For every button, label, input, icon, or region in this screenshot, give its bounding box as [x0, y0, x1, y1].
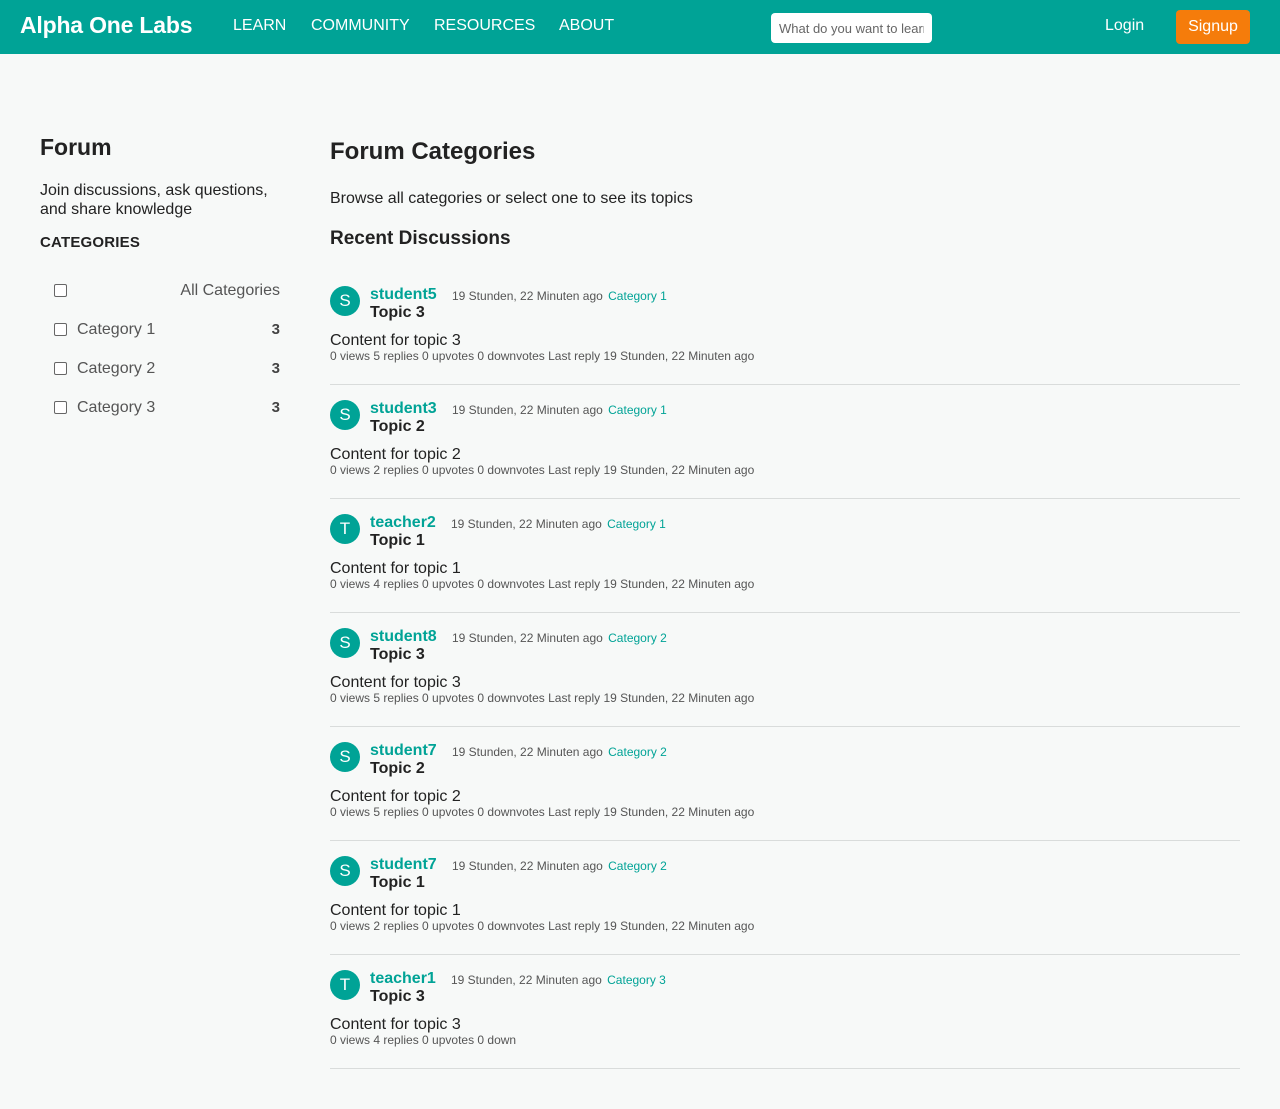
topic-title[interactable]: Topic 1: [370, 532, 425, 550]
topic-title[interactable]: Topic 1: [370, 874, 425, 892]
topic-content: Content for topic 1: [330, 560, 461, 577]
topic-time: 19 Stunden, 22 Minuten ago: [452, 745, 603, 759]
sidebar-description: Join discussions, ask questions, and sha…: [40, 182, 268, 218]
category-count: 3: [271, 399, 280, 416]
nav-link-community[interactable]: COMMUNITY: [311, 17, 410, 35]
topic-title[interactable]: Topic 3: [370, 988, 425, 1006]
sidebar-title: Forum: [40, 134, 112, 160]
author-link[interactable]: teacher1: [370, 970, 436, 988]
topic-time: 19 Stunden, 22 Minuten ago: [452, 403, 603, 417]
topic-content: Content for topic 2: [330, 446, 461, 463]
topic-item[interactable]: S student7 19 Stunden, 22 Minuten ago Ca…: [330, 727, 1240, 841]
topic-meta: 19 Stunden, 22 Minuten ago Category 1: [452, 289, 667, 303]
topic-item[interactable]: T teacher2 19 Stunden, 22 Minuten ago Ca…: [330, 499, 1240, 613]
topic-stats: 0 views 5 replies 0 upvotes 0 downvotes …: [330, 349, 755, 363]
category-label: Category 2: [77, 360, 156, 377]
topic-stats: 0 views 5 replies 0 upvotes 0 downvotes …: [330, 805, 755, 819]
topic-time: 19 Stunden, 22 Minuten ago: [451, 517, 602, 531]
category-count: 3: [271, 360, 280, 377]
avatar: S: [330, 286, 360, 316]
topic-item[interactable]: S student8 19 Stunden, 22 Minuten ago Ca…: [330, 613, 1240, 727]
avatar: S: [330, 400, 360, 430]
nav-link-resources[interactable]: RESOURCES: [434, 17, 535, 35]
topic-meta: 19 Stunden, 22 Minuten ago Category 2: [452, 745, 667, 759]
category-checkbox[interactable]: [54, 323, 67, 336]
nav-link-about[interactable]: ABOUT: [559, 17, 614, 35]
topic-item[interactable]: S student5 19 Stunden, 22 Minuten ago Ca…: [330, 271, 1240, 385]
search-input[interactable]: [771, 13, 932, 43]
topic-title[interactable]: Topic 2: [370, 418, 425, 436]
category-label: Category 1: [77, 321, 156, 338]
topic-stats: 0 views 4 replies 0 upvotes 0 downvotes …: [330, 577, 755, 591]
page-title: Forum Categories: [330, 138, 536, 165]
category-checkbox[interactable]: [54, 362, 67, 375]
topic-category-link[interactable]: Category 1: [608, 289, 667, 303]
signup-button[interactable]: Signup: [1176, 10, 1250, 44]
topic-stats: 0 views 4 replies 0 upvotes 0 down: [330, 1033, 517, 1047]
topic-item[interactable]: S student7 19 Stunden, 22 Minuten ago Ca…: [330, 841, 1240, 955]
topic-stats: 0 views 2 replies 0 upvotes 0 downvotes …: [330, 919, 755, 933]
topic-meta: 19 Stunden, 22 Minuten ago Category 1: [451, 517, 666, 531]
topic-title[interactable]: Topic 3: [370, 646, 425, 664]
topic-stats: 0 views 5 replies 0 upvotes 0 downvotes …: [330, 691, 755, 705]
category-checkbox[interactable]: [54, 401, 67, 414]
topic-time: 19 Stunden, 22 Minuten ago: [452, 631, 603, 645]
categories-heading: CATEGORIES: [40, 234, 141, 251]
topic-content: Content for topic 1: [330, 902, 461, 919]
author-link[interactable]: student8: [370, 628, 437, 646]
author-link[interactable]: student3: [370, 400, 437, 418]
topic-content: Content for topic 2: [330, 788, 461, 805]
author-link[interactable]: student7: [370, 856, 437, 874]
topic-item[interactable]: T teacher1 19 Stunden, 22 Minuten ago Ca…: [330, 955, 1240, 1069]
login-link[interactable]: Login: [1105, 17, 1144, 35]
topic-meta: 19 Stunden, 22 Minuten ago Category 2: [452, 631, 667, 645]
author-link[interactable]: student5: [370, 286, 437, 304]
avatar: T: [330, 514, 360, 544]
topic-content: Content for topic 3: [330, 674, 461, 691]
brand-logo[interactable]: Alpha One Labs: [20, 12, 192, 39]
topic-time: 19 Stunden, 22 Minuten ago: [452, 289, 603, 303]
topic-title[interactable]: Topic 2: [370, 760, 425, 778]
avatar: S: [330, 628, 360, 658]
category-label: Category 3: [77, 399, 156, 416]
author-link[interactable]: teacher2: [370, 514, 436, 532]
topic-title[interactable]: Topic 3: [370, 304, 425, 322]
topic-category-link[interactable]: Category 2: [608, 859, 667, 873]
topic-stats: 0 views 2 replies 0 upvotes 0 downvotes …: [330, 463, 755, 477]
category-filter-1[interactable]: Category 1 3: [54, 319, 280, 341]
topic-category-link[interactable]: Category 2: [608, 745, 667, 759]
nav-link-learn[interactable]: LEARN: [233, 17, 286, 35]
topic-content: Content for topic 3: [330, 332, 461, 349]
category-checkbox[interactable]: [54, 284, 67, 297]
topic-category-link[interactable]: Category 2: [608, 631, 667, 645]
topic-meta: 19 Stunden, 22 Minuten ago Category 1: [452, 403, 667, 417]
category-count: 3: [271, 321, 280, 338]
top-navbar: Alpha One Labs LEARN COMMUNITY RESOURCES…: [0, 0, 1280, 54]
topic-time: 19 Stunden, 22 Minuten ago: [452, 859, 603, 873]
topic-category-link[interactable]: Category 3: [607, 973, 666, 987]
page-subtitle: Browse all categories or select one to s…: [330, 190, 693, 207]
recent-discussions-heading: Recent Discussions: [330, 228, 511, 249]
avatar: S: [330, 742, 360, 772]
topic-meta: 19 Stunden, 22 Minuten ago Category 3: [451, 973, 666, 987]
topic-category-link[interactable]: Category 1: [607, 517, 666, 531]
category-filter-3[interactable]: Category 3 3: [54, 397, 280, 419]
topic-time: 19 Stunden, 22 Minuten ago: [451, 973, 602, 987]
topic-item[interactable]: S student3 19 Stunden, 22 Minuten ago Ca…: [330, 385, 1240, 499]
avatar: T: [330, 970, 360, 1000]
topic-meta: 19 Stunden, 22 Minuten ago Category 2: [452, 859, 667, 873]
category-filter-all[interactable]: All Categories: [54, 280, 280, 302]
category-filter-2[interactable]: Category 2 3: [54, 358, 280, 380]
topic-content: Content for topic 3: [330, 1016, 461, 1033]
author-link[interactable]: student7: [370, 742, 437, 760]
avatar: S: [330, 856, 360, 886]
category-label: All Categories: [180, 282, 280, 299]
topic-category-link[interactable]: Category 1: [608, 403, 667, 417]
